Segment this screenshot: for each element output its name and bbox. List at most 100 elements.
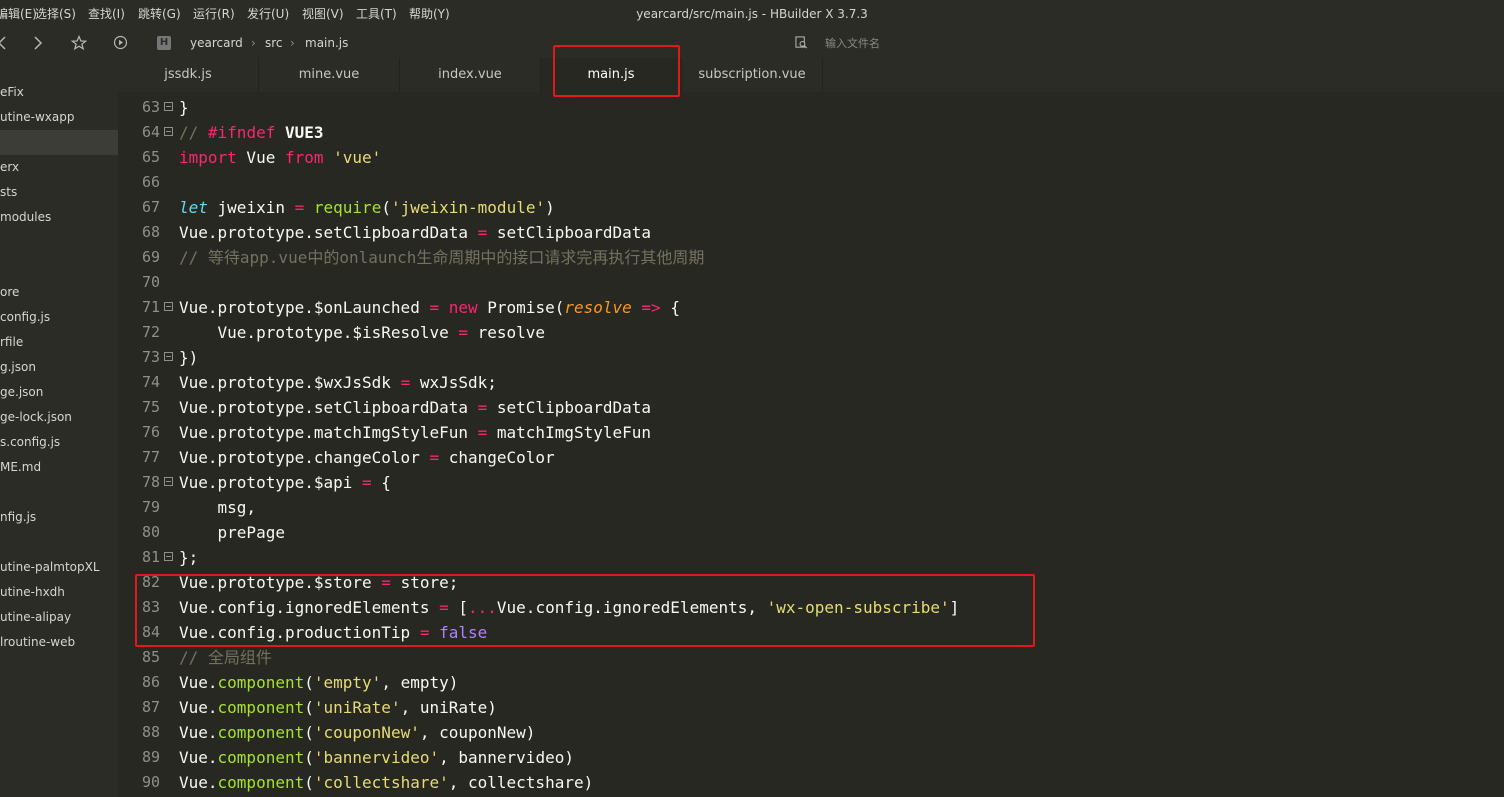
- file-search-input[interactable]: [825, 33, 1125, 53]
- fold-icon[interactable]: [164, 352, 173, 361]
- line-number: 66: [141, 173, 160, 191]
- line-number: 86: [141, 673, 160, 691]
- code-token: Vue.: [179, 698, 218, 717]
- code-line[interactable]: 72 Vue.prototype.$isResolve = resolve: [118, 320, 1504, 345]
- code-line[interactable]: 66: [118, 170, 1504, 195]
- code-line[interactable]: 73}): [118, 345, 1504, 370]
- code-line[interactable]: 75 Vue.prototype.setClipboardData = setCl…: [118, 395, 1504, 420]
- code-token: =: [458, 323, 468, 342]
- code-line[interactable]: 81};: [118, 545, 1504, 570]
- code-token: component: [217, 673, 305, 692]
- line-number: 79: [141, 498, 160, 516]
- tab-subscription[interactable]: subscription.vue: [682, 58, 823, 92]
- tree-item[interactable]: eFix: [0, 80, 118, 105]
- code-token: component: [217, 773, 305, 792]
- code-line[interactable]: 88 Vue.component('couponNew', couponNew): [118, 720, 1504, 745]
- file-search-icon: [795, 36, 808, 49]
- code-token: changeColor: [439, 448, 555, 467]
- tree-item[interactable]: s.config.js: [0, 430, 118, 455]
- code-line[interactable]: 80 prePage: [118, 520, 1504, 545]
- tree-item[interactable]: ge-lock.json: [0, 405, 118, 430]
- code-text: Vue.component('collectshare', collectsha…: [179, 770, 593, 795]
- run-icon[interactable]: [110, 28, 130, 58]
- tree-item[interactable]: utine-hxdh: [0, 580, 118, 605]
- tree-item-selected[interactable]: [0, 130, 118, 155]
- tree-item[interactable]: utine-alipay: [0, 605, 118, 630]
- breadcrumb-folder[interactable]: src: [265, 28, 283, 58]
- code-line[interactable]: 71 Vue.prototype.$onLaunched = new Promis…: [118, 295, 1504, 320]
- fold-icon[interactable]: [164, 302, 173, 311]
- code-line[interactable]: 68 Vue.prototype.setClipboardData = setCl…: [118, 220, 1504, 245]
- editor-tabs: jssdk.js mine.vue index.vue main.js subs…: [118, 58, 1504, 92]
- fold-icon[interactable]: [164, 102, 173, 111]
- code-line[interactable]: 74 Vue.prototype.$wxJsSdk = wxJsSdk;: [118, 370, 1504, 395]
- tab-jssdk[interactable]: jssdk.js: [118, 58, 259, 92]
- code-token: =: [429, 298, 440, 317]
- code-line[interactable]: 69 // 等待app.vue中的onlaunch生命周期中的接口请求完再执行其他…: [118, 245, 1504, 270]
- code-line[interactable]: 70: [118, 270, 1504, 295]
- tree-item[interactable]: ore: [0, 280, 118, 305]
- code-line[interactable]: 67 let jweixin = require('jweixin-module'…: [118, 195, 1504, 220]
- tree-item[interactable]: g.json: [0, 355, 118, 380]
- code-token: (: [381, 198, 391, 217]
- code-line[interactable]: 77 Vue.prototype.changeColor = changeColo…: [118, 445, 1504, 470]
- menu-bar: 编辑(E) 选择(S) 查找(I) 跳转(G) 运行(R) 发行(U) 视图(V…: [0, 0, 1504, 28]
- code-token: #ifndef: [207, 123, 276, 142]
- code-editor[interactable]: 63} 64 // #ifndef VUE3 65 import Vue from 'v…: [118, 92, 1504, 797]
- code-line[interactable]: 79 msg,: [118, 495, 1504, 520]
- code-line[interactable]: 63}: [118, 95, 1504, 120]
- tree-item[interactable]: erx: [0, 155, 118, 180]
- code-token: //: [179, 123, 208, 142]
- tree-item[interactable]: utine-palmtopXL: [0, 555, 118, 580]
- code-token: 'bannervideo': [313, 748, 440, 767]
- tree-item[interactable]: modules: [0, 205, 118, 230]
- back-icon[interactable]: [0, 28, 12, 58]
- code-line[interactable]: 90 Vue.component('collectshare', collects…: [118, 770, 1504, 795]
- code-line[interactable]: 85 // 全局组件: [118, 645, 1504, 670]
- tree-item[interactable]: ge.json: [0, 380, 118, 405]
- breadcrumb-file[interactable]: main.js: [305, 28, 348, 58]
- code-token: msg,: [179, 498, 257, 517]
- tree-item[interactable]: ME.md: [0, 455, 118, 480]
- code-token: =: [429, 448, 440, 467]
- toolbar: H yearcard › src › main.js: [0, 28, 1504, 58]
- code-line[interactable]: 87 Vue.component('uniRate', uniRate): [118, 695, 1504, 720]
- tree-item[interactable]: rfile: [0, 330, 118, 355]
- tree-item[interactable]: sts: [0, 180, 118, 205]
- code-token: // 全局组件: [179, 648, 272, 667]
- line-number: 85: [141, 648, 160, 666]
- tab-index[interactable]: index.vue: [400, 58, 541, 92]
- code-line[interactable]: 64 // #ifndef VUE3: [118, 120, 1504, 145]
- code-line[interactable]: 78 Vue.prototype.$api = {: [118, 470, 1504, 495]
- code-token: 'jweixin-module': [390, 198, 546, 217]
- fold-icon[interactable]: [164, 477, 173, 486]
- code-line[interactable]: 65 import Vue from 'vue': [118, 145, 1504, 170]
- fold-icon[interactable]: [164, 127, 173, 136]
- star-icon[interactable]: [69, 28, 89, 58]
- tree-item[interactable]: config.js: [0, 305, 118, 330]
- code-token: {: [371, 473, 391, 492]
- code-text: // 等待app.vue中的onlaunch生命周期中的接口请求完再执行其他周期: [179, 245, 704, 270]
- code-line[interactable]: 89 Vue.component('bannervideo', bannervid…: [118, 745, 1504, 770]
- code-token: =: [400, 373, 411, 392]
- line-number: 90: [141, 773, 160, 791]
- tab-mine[interactable]: mine.vue: [259, 58, 400, 92]
- breadcrumb-project[interactable]: yearcard: [190, 28, 243, 58]
- fold-icon[interactable]: [164, 552, 173, 561]
- tree-item[interactable]: lroutine-web: [0, 630, 118, 655]
- code-line[interactable]: 76 Vue.prototype.matchImgStyleFun = match…: [118, 420, 1504, 445]
- line-number: 80: [141, 523, 160, 541]
- forward-icon[interactable]: [28, 28, 48, 58]
- tree-item[interactable]: nfig.js: [0, 505, 118, 530]
- code-token: Vue.: [179, 673, 218, 692]
- code-token: Vue.prototype.$api: [179, 473, 363, 492]
- code-text: import Vue from 'vue': [179, 145, 381, 170]
- tree-item[interactable]: utine-wxapp: [0, 105, 118, 130]
- code-token: 'uniRate': [313, 698, 401, 717]
- code-line[interactable]: 86 Vue.component('empty', empty): [118, 670, 1504, 695]
- code-token: Promise(: [477, 298, 565, 317]
- code-text: Vue.prototype.matchImgStyleFun = matchIm…: [179, 420, 651, 445]
